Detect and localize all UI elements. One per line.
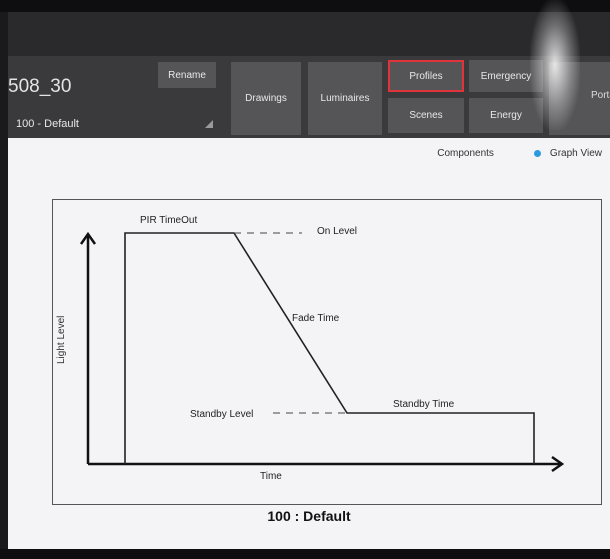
light-level-profile-line [124,232,535,464]
title-band [8,12,610,56]
pir-timeout-label: PIR TimeOut [140,215,198,226]
standby-level-label: Standby Level [190,409,254,420]
tab-portal-label: Portal [591,90,610,101]
tab-scenes[interactable]: Scenes [388,98,464,133]
rename-button[interactable]: Rename [158,62,216,88]
on-level-label: On Level [317,226,358,237]
tab-luminaires[interactable]: Luminaires [308,62,382,135]
fade-time-label: Fade Time [292,313,340,324]
screen-glare [530,0,580,130]
profile-graph [79,231,565,473]
screen-bezel-top [0,0,610,12]
room-name: 508_30 [8,76,72,97]
tab-profiles[interactable]: Profiles [388,60,464,92]
standby-time-label: Standby Time [393,399,455,410]
screen-bezel-left [0,56,8,549]
dropdown-corner-icon[interactable] [205,120,213,128]
profile-title: 100 : Default [267,508,351,524]
y-axis-label: Light Level [56,315,67,364]
tab-drawings[interactable]: Drawings [231,62,301,135]
header-bar: 508_30 100 - Default Rename Drawings Lum… [8,56,610,138]
x-axis-label: Time [260,471,282,482]
profile-graph-panel: Components Graph View PIR TimeOut On Lev… [8,138,610,549]
screen-bezel-bottom [0,549,610,559]
profile-select[interactable]: 100 - Default [16,118,79,130]
